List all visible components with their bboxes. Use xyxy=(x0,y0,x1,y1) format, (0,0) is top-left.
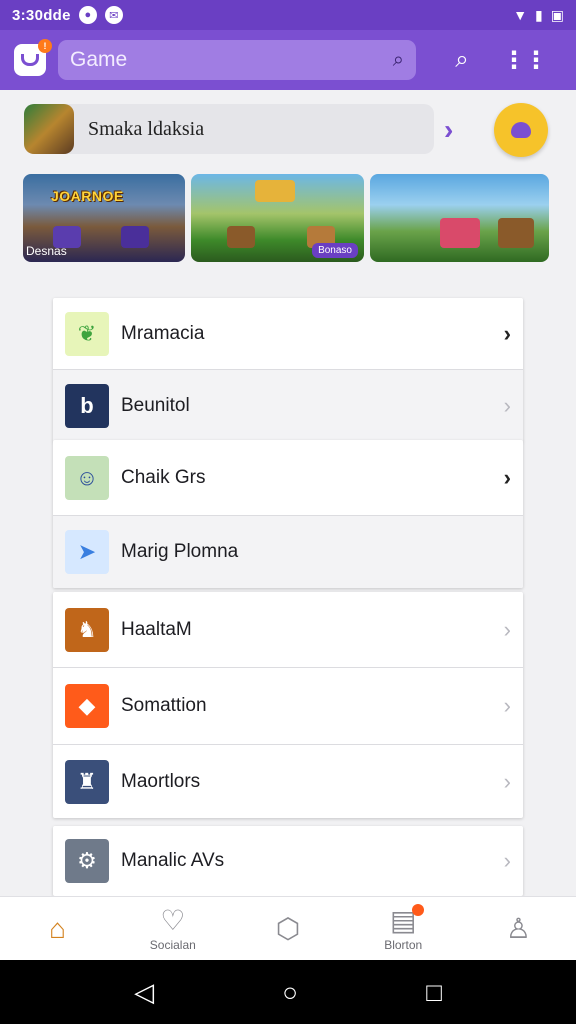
game-pad-button[interactable] xyxy=(494,103,548,157)
chevron-right-icon[interactable]: › xyxy=(444,114,453,146)
list-item-label: Marig Plomna xyxy=(121,541,239,562)
nav-home[interactable]: ⌂ xyxy=(0,897,115,960)
nav-label: Blorton xyxy=(384,937,423,952)
status-bar: 3:30dde ● ✉ ▼ ▮ ▣ xyxy=(0,0,576,30)
app-bar: ! ⌕ ⌕ ⋮⋮ xyxy=(0,30,576,90)
notification-badge xyxy=(412,903,425,916)
list-item-label: Mramacia xyxy=(121,322,205,344)
character-icon: ☺ xyxy=(65,455,109,500)
banner-title: JOARNOE xyxy=(51,188,124,204)
more-menu-icon[interactable]: ⋮⋮ xyxy=(502,46,548,75)
list-item[interactable]: ◆ Somattion › xyxy=(53,668,523,745)
game-list-card-3: ♞ HaaltaM › ◆ Somattion › ♜ Maortlors › xyxy=(53,592,523,818)
chevron-right-icon: › xyxy=(503,693,511,718)
banner-art xyxy=(440,218,480,248)
game-list-card-2: ☺ Chaik Grs › ➤ Marig Plomna xyxy=(53,440,523,588)
list-item[interactable]: ➤ Marig Plomna xyxy=(53,516,523,588)
app-logo-icon[interactable]: ! xyxy=(14,39,52,76)
chat-icon: ✉ xyxy=(104,6,123,24)
battery-icon: ▮ xyxy=(535,6,543,23)
game-list-card-1: ❦ Mramacia › b Beunitol › xyxy=(53,298,523,442)
b-logo-icon: b xyxy=(65,384,109,428)
featured-game-label: Smaka ldaksia xyxy=(88,117,205,140)
nav-label: Socialan xyxy=(149,937,196,952)
list-item-label: Beunitol xyxy=(121,395,190,416)
search-box[interactable]: ⌕ xyxy=(58,40,416,80)
list-item[interactable]: ⚙ Manalic AVs › xyxy=(53,826,523,896)
nav-inbox[interactable]: ▤ Blorton xyxy=(346,897,461,960)
search-input[interactable] xyxy=(70,48,393,72)
banner-art xyxy=(121,226,149,248)
list-item[interactable]: b Beunitol › xyxy=(53,370,523,442)
list-item[interactable]: ❦ Mramacia › xyxy=(53,298,523,370)
heart-icon: ♡ xyxy=(160,904,186,936)
bottom-navigation: ⌂ ♡ Socialan ⬡ ▤ Blorton ♙ xyxy=(0,896,576,960)
list-item[interactable]: ♞ HaaltaM › xyxy=(53,592,523,668)
wifi-icon: ▼ xyxy=(513,7,528,23)
calendar-icon: ▣ xyxy=(550,6,564,23)
promo-banner-1[interactable]: JOARNOE Desnas xyxy=(23,174,185,262)
chevron-right-icon: › xyxy=(503,616,511,642)
bird-icon: ➤ xyxy=(65,530,109,574)
back-icon[interactable]: ◁ xyxy=(134,977,154,1008)
chevron-right-icon: › xyxy=(503,393,511,418)
recents-icon[interactable]: □ xyxy=(426,977,442,1008)
tag-icon: ⬡ xyxy=(275,912,301,944)
chevron-right-icon: › xyxy=(503,320,511,346)
banner-caption: Desnas xyxy=(26,244,67,258)
chevron-right-icon: › xyxy=(503,768,511,794)
system-navigation-bar: ◁ ○ □ xyxy=(0,960,576,1024)
nav-social[interactable]: ♡ Socialan xyxy=(115,897,230,960)
inbox-icon: ▤ xyxy=(390,903,425,936)
nav-tag[interactable]: ⬡ xyxy=(230,897,345,960)
notification-icon: ● xyxy=(78,6,97,24)
vehicle-icon: ⚙ xyxy=(65,839,109,883)
banner-art xyxy=(227,226,255,248)
status-time: 3:30dde xyxy=(12,6,71,24)
banner-pill: Bonaso xyxy=(312,243,358,258)
mic-icon[interactable]: ⌕ xyxy=(393,49,404,72)
nav-profile[interactable]: ♙ xyxy=(461,897,576,960)
chevron-right-icon: › xyxy=(503,464,511,490)
list-item[interactable]: ♜ Maortlors › xyxy=(53,745,523,818)
card-icon: ◆ xyxy=(65,684,109,728)
promo-banner-2[interactable]: Bonaso xyxy=(191,174,364,262)
featured-game-thumbnail xyxy=(24,104,74,154)
chevron-right-icon: › xyxy=(503,848,511,873)
banner-art xyxy=(255,180,295,202)
hero-icon: ♞ xyxy=(65,607,109,652)
home-circle-icon[interactable]: ○ xyxy=(282,977,298,1008)
featured-game-row[interactable]: Smaka ldaksia xyxy=(24,104,434,154)
banner-art xyxy=(498,218,534,248)
list-item-label: HaaltaM xyxy=(121,618,192,640)
person-icon: ♙ xyxy=(505,912,531,944)
list-item-label: Maortlors xyxy=(121,770,201,792)
gamepad-icon xyxy=(511,122,531,138)
list-item-label: Somattion xyxy=(121,695,207,716)
leaf-icon: ❦ xyxy=(65,311,109,356)
promo-banner-3[interactable] xyxy=(370,174,549,262)
list-item[interactable]: ☺ Chaik Grs › xyxy=(53,440,523,516)
list-item-label: Manalic AVs xyxy=(121,850,225,871)
search-icon[interactable]: ⌕ xyxy=(442,46,482,74)
warrior-icon: ♜ xyxy=(65,759,109,804)
game-list-card-4: ⚙ Manalic AVs › xyxy=(53,826,523,896)
home-icon: ⌂ xyxy=(49,912,67,944)
list-item-label: Chaik Grs xyxy=(121,466,206,488)
